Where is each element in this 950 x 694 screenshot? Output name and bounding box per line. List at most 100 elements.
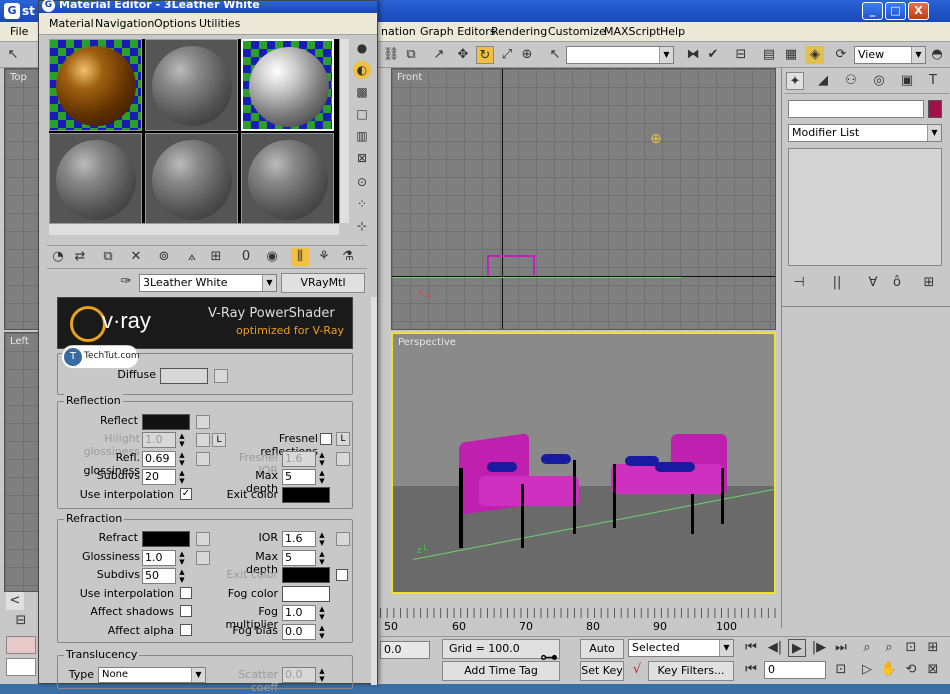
- orbit-icon[interactable]: ⟲: [902, 661, 920, 679]
- rollout-scrollbar[interactable]: [371, 297, 377, 685]
- fresnel-ior-map-button[interactable]: [336, 452, 350, 466]
- menu-maxscript[interactable]: MAXScript: [604, 25, 660, 38]
- reflect-color-swatch[interactable]: [142, 414, 190, 430]
- maxscript-mini-listener[interactable]: [6, 636, 36, 654]
- object-color-swatch[interactable]: [928, 100, 942, 118]
- sample-slot-2[interactable]: [145, 39, 238, 131]
- spinner-arrows-icon[interactable]: ▲ ▼: [177, 469, 187, 485]
- ior-map-button[interactable]: [336, 532, 350, 546]
- time-config-icon[interactable]: ⊡: [832, 661, 850, 679]
- play-icon[interactable]: ▶: [788, 639, 806, 657]
- diffuse-map-button[interactable]: [214, 369, 228, 383]
- fresnel-lock-button[interactable]: L: [336, 432, 350, 446]
- key-mode-dropdown[interactable]: Selected ▼: [628, 639, 734, 657]
- modify-tab-icon[interactable]: ◢: [814, 72, 832, 90]
- slots-vertical-scrollbar[interactable]: [339, 39, 349, 223]
- mirror-icon[interactable]: ⧓: [684, 46, 702, 64]
- remove-modifier-icon[interactable]: ô: [888, 274, 906, 292]
- maximize-button[interactable]: □: [885, 2, 906, 20]
- minimize-button[interactable]: _: [862, 2, 883, 20]
- make-preview-icon[interactable]: ⊠: [353, 149, 371, 167]
- utilities-tab-icon[interactable]: T: [924, 72, 942, 90]
- viewport-top[interactable]: Top: [4, 68, 40, 330]
- sample-slot-4[interactable]: [49, 133, 142, 225]
- slots-horizontal-scrollbar[interactable]: [49, 223, 339, 235]
- configure-sets-icon[interactable]: ⊞: [920, 274, 938, 292]
- schematic-view-icon[interactable]: ▦: [782, 46, 800, 64]
- fog-color-swatch[interactable]: [282, 586, 330, 602]
- refr-gloss-map-button[interactable]: [196, 551, 210, 565]
- named-selection-icon[interactable]: ↖: [546, 46, 564, 64]
- make-unique-icon[interactable]: ∀: [864, 274, 882, 292]
- field-of-view-icon[interactable]: ▷: [858, 661, 876, 679]
- manipulate-icon[interactable]: ⊕: [518, 46, 536, 64]
- viewport-front[interactable]: ⊕ Front └ x: [391, 68, 776, 330]
- maxscript-listener-icon[interactable]: ⊟: [12, 612, 30, 630]
- select-rotate-icon[interactable]: ↻: [476, 46, 494, 64]
- auto-key-button[interactable]: Auto Key: [580, 639, 624, 673]
- video-color-check-icon[interactable]: ▥: [353, 127, 371, 145]
- spinner-arrows-icon[interactable]: ▲ ▼: [317, 531, 327, 547]
- refr-max-depth-input[interactable]: 5 ▲ ▼: [282, 550, 325, 566]
- render-setup-icon[interactable]: ⟳: [832, 46, 850, 64]
- menu-customize[interactable]: Customize: [548, 25, 606, 38]
- put-material-icon[interactable]: ⇄: [71, 248, 89, 266]
- curve-editor-icon[interactable]: ▤: [760, 46, 778, 64]
- spinner-arrows-icon[interactable]: ▲ ▼: [317, 469, 327, 485]
- spinner-arrows-icon[interactable]: ▲ ▼: [317, 624, 327, 640]
- coord-z-input[interactable]: 0.0: [380, 641, 430, 659]
- select-arrow-icon[interactable]: ↖: [4, 46, 22, 64]
- hilight-map-button[interactable]: [196, 433, 210, 447]
- scroll-left-icon[interactable]: <: [6, 592, 24, 610]
- menu-utilities[interactable]: Utilities: [199, 17, 240, 30]
- backlight-icon[interactable]: ◐: [353, 61, 371, 79]
- menu-navigation[interactable]: Navigation: [95, 17, 154, 30]
- prev-frame-icon[interactable]: ◀|: [766, 639, 784, 657]
- menu-rendering[interactable]: Rendering: [491, 25, 547, 38]
- fresnel-checkbox[interactable]: [320, 433, 332, 445]
- menu-file[interactable]: File: [10, 25, 28, 38]
- go-to-start-icon[interactable]: ⏮: [742, 639, 760, 657]
- translucency-type-dropdown[interactable]: None ▼: [98, 667, 206, 683]
- ior-input[interactable]: 1.6 ▲ ▼: [282, 531, 325, 547]
- menu-material[interactable]: Material: [49, 17, 94, 30]
- modifier-list-dropdown[interactable]: Modifier List ▼: [788, 124, 942, 142]
- key-filters-button[interactable]: Key Filters...: [648, 661, 734, 681]
- refract-color-swatch[interactable]: [142, 531, 190, 547]
- material-map-navigator-icon[interactable]: ⊹: [353, 217, 371, 235]
- put-to-library-icon[interactable]: ⊞: [207, 248, 225, 266]
- options-icon[interactable]: ⊙: [353, 173, 371, 191]
- zoom-icon[interactable]: ⌕: [858, 639, 876, 657]
- spinner-arrows-icon[interactable]: ▲ ▼: [317, 605, 327, 621]
- set-key-button[interactable]: Set Key: [580, 661, 624, 681]
- material-id-icon[interactable]: 0: [237, 248, 255, 266]
- refract-map-button[interactable]: [196, 532, 210, 546]
- quick-render-icon[interactable]: ◓: [928, 46, 946, 64]
- select-by-material-icon[interactable]: ⁘: [353, 195, 371, 213]
- refl-use-interp-checkbox[interactable]: ✓: [180, 488, 192, 500]
- display-tab-icon[interactable]: ▣: [898, 72, 916, 90]
- go-to-parent-icon[interactable]: ⚘: [315, 248, 333, 266]
- refl-max-depth-input[interactable]: 5 ▲ ▼: [282, 469, 325, 485]
- fog-multiplier-input[interactable]: 1.0 ▲ ▼: [282, 605, 325, 621]
- show-end-result-icon[interactable]: ⫼: [291, 248, 309, 266]
- key-mode-toggle-icon[interactable]: ⏮: [742, 661, 760, 679]
- refl-glossiness-input[interactable]: 0.69 ▲ ▼: [142, 451, 185, 467]
- spinner-arrows-icon[interactable]: ▲ ▼: [317, 667, 327, 683]
- refr-exit-color-swatch[interactable]: [282, 567, 330, 583]
- hilight-glossiness-input[interactable]: 1.0 ▲ ▼: [142, 432, 185, 448]
- sample-uv-tiling-icon[interactable]: □: [353, 105, 371, 123]
- select-move-icon[interactable]: ✥: [454, 46, 472, 64]
- hierarchy-tab-icon[interactable]: ⚇: [842, 72, 860, 90]
- menu-animation[interactable]: nation: [381, 25, 416, 38]
- affect-alpha-checkbox[interactable]: [180, 624, 192, 636]
- view-dropdown[interactable]: View ▼: [854, 46, 926, 64]
- close-button[interactable]: X: [908, 2, 929, 20]
- maximize-viewport-icon[interactable]: ⊠: [924, 661, 942, 679]
- sample-slot-6[interactable]: [241, 133, 334, 225]
- spinner-arrows-icon[interactable]: ▲ ▼: [177, 568, 187, 584]
- refr-use-interp-checkbox[interactable]: [180, 587, 192, 599]
- refr-glossiness-input[interactable]: 1.0 ▲ ▼: [142, 550, 185, 566]
- layer-icon[interactable]: ⊟: [732, 46, 750, 64]
- modifier-stack[interactable]: [788, 148, 942, 266]
